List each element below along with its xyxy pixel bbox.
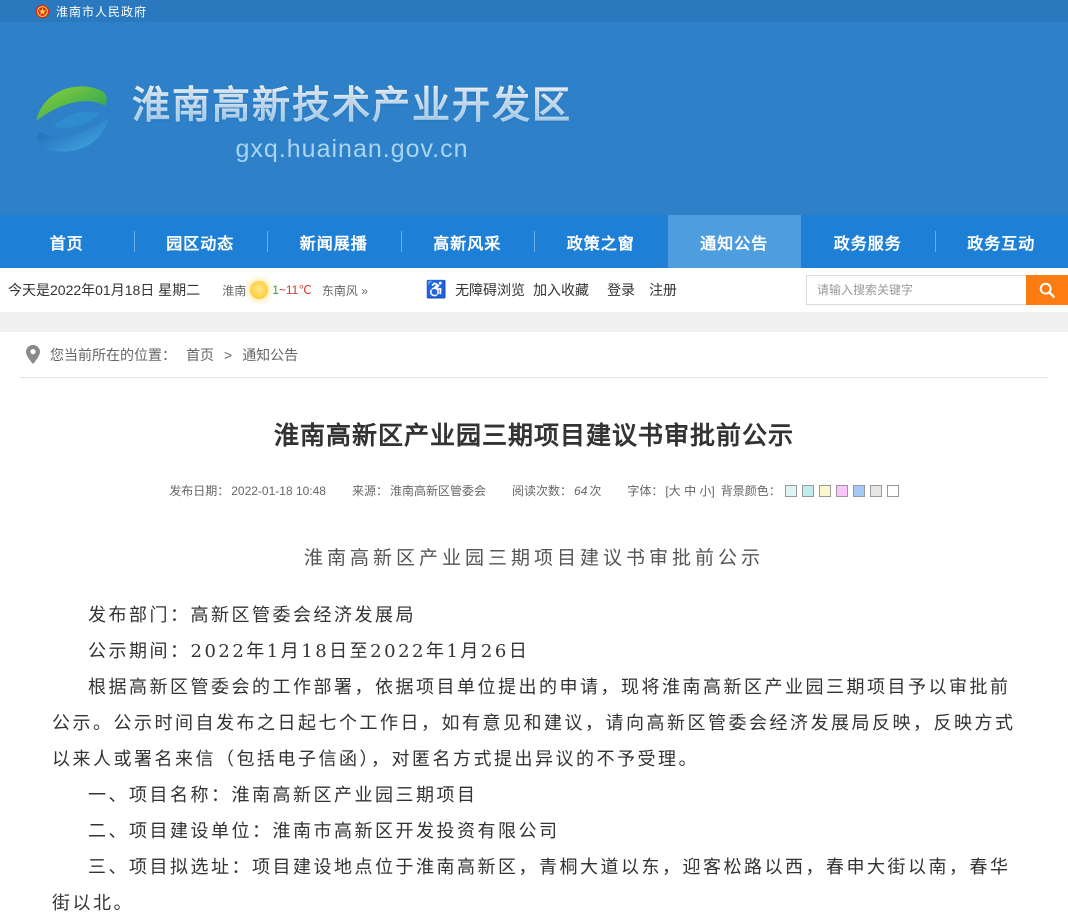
- article-paragraph: 发布部门：高新区管委会经济发展局: [52, 598, 1016, 634]
- utility-links: ♿ 无障碍浏览 加入收藏: [426, 280, 589, 300]
- site-logo-icon[interactable]: [25, 69, 120, 169]
- article-meta: 发布日期：2022-01-18 10:48 来源：淮南高新区管委会 阅读次数：6…: [52, 482, 1016, 499]
- article-paragraph: 三、项目拟选址：项目建设地点位于淮南高新区，青桐大道以东，迎客松路以西，春申大街…: [52, 850, 1016, 922]
- nav-item-8[interactable]: 政务互动: [935, 215, 1068, 268]
- bg-color-swatch[interactable]: [870, 485, 882, 497]
- current-date-text: 今天是2022年01月18日 星期二: [8, 280, 200, 300]
- weather-temp: 1~11℃: [272, 283, 312, 297]
- bg-color-swatch[interactable]: [887, 485, 899, 497]
- article-paragraph: 一、项目名称：淮南高新区产业园三期项目: [52, 778, 1016, 814]
- site-title-block: 淮南高新技术产业开发区 gxq.huainan.gov.cn: [132, 74, 572, 164]
- login-link[interactable]: 登录: [607, 280, 635, 300]
- article-paragraph: 公示期间：2022年1月18日至2022年1月26日: [52, 634, 1016, 670]
- bg-color-swatch[interactable]: [785, 485, 797, 497]
- font-size-controls: 字体：[大 中 小]: [627, 482, 714, 499]
- article-source: 来源：淮南高新区管委会: [352, 482, 486, 499]
- chevron-right-icon: »: [361, 284, 368, 298]
- article-body: 发布部门：高新区管委会经济发展局公示期间：2022年1月18日至2022年1月2…: [52, 598, 1016, 922]
- bg-color-swatch[interactable]: [819, 485, 831, 497]
- breadcrumb-current-link[interactable]: 通知公告: [242, 345, 298, 365]
- publish-date: 发布日期：2022-01-18 10:48: [169, 482, 326, 499]
- add-favorite-link[interactable]: 加入收藏: [533, 280, 589, 300]
- search-button[interactable]: [1026, 275, 1068, 305]
- weather-city: 淮南: [222, 282, 246, 299]
- nav-item-3[interactable]: 新闻展播: [267, 215, 401, 268]
- national-emblem-icon: [35, 4, 50, 19]
- article-title: 淮南高新区产业园三期项目建议书审批前公示: [52, 416, 1016, 452]
- accessibility-link[interactable]: 无障碍浏览: [455, 280, 525, 300]
- bg-color-swatches: [785, 485, 899, 497]
- bg-color-swatch[interactable]: [802, 485, 814, 497]
- divider-band: [0, 312, 1068, 332]
- site-header: 淮南高新技术产业开发区 gxq.huainan.gov.cn: [0, 22, 1068, 215]
- site-url: gxq.huainan.gov.cn: [236, 135, 469, 164]
- location-pin-icon: [26, 345, 40, 364]
- main-nav: 首页园区动态新闻展播高新风采政策之窗通知公告政务服务政务互动: [0, 215, 1068, 268]
- nav-item-6[interactable]: 通知公告: [668, 215, 802, 268]
- nav-item-4[interactable]: 高新风采: [401, 215, 535, 268]
- nav-item-7[interactable]: 政务服务: [801, 215, 935, 268]
- nav-item-1[interactable]: 首页: [0, 215, 134, 268]
- font-size-options[interactable]: [大 中 小]: [665, 482, 714, 499]
- gov-site-link[interactable]: 淮南市人民政府: [56, 3, 147, 20]
- site-title: 淮南高新技术产业开发区: [132, 74, 572, 129]
- weather-widget: 淮南 1~11℃ 东南风 »: [222, 281, 368, 299]
- article-paragraph: 根据高新区管委会的工作部署，依据项目单位提出的申请，现将淮南高新区产业园三期项目…: [52, 670, 1016, 778]
- article-paragraph: 二、项目建设单位：淮南市高新区开发投资有限公司: [52, 814, 1016, 850]
- search-input[interactable]: [806, 275, 1026, 305]
- breadcrumb-separator: >: [224, 347, 232, 363]
- bg-color-controls: 背景颜色：: [721, 482, 899, 499]
- nav-item-5[interactable]: 政策之窗: [534, 215, 668, 268]
- weather-wind: 东南风 »: [322, 282, 368, 299]
- register-link[interactable]: 注册: [649, 280, 677, 300]
- info-bar: 今天是2022年01月18日 星期二 淮南 1~11℃ 东南风 » ♿ 无障碍浏…: [0, 268, 1068, 312]
- breadcrumb-home-link[interactable]: 首页: [186, 345, 214, 365]
- breadcrumb: 您当前所在的位置： 首页 > 通知公告: [20, 332, 1048, 378]
- article-container: 淮南高新区产业园三期项目建议书审批前公示 发布日期：2022-01-18 10:…: [0, 416, 1068, 922]
- view-count: 阅读次数：64次: [512, 482, 601, 499]
- gov-topbar: 淮南市人民政府: [0, 0, 1068, 22]
- bg-color-swatch[interactable]: [853, 485, 865, 497]
- search-bar: [806, 275, 1068, 305]
- article-subtitle: 淮南高新区产业园三期项目建议书审批前公示: [52, 543, 1016, 570]
- accessibility-icon: ♿: [426, 280, 447, 300]
- auth-links: 登录 注册: [607, 280, 677, 300]
- nav-item-2[interactable]: 园区动态: [134, 215, 268, 268]
- breadcrumb-prefix: 您当前所在的位置：: [50, 345, 176, 365]
- sun-icon: [250, 281, 268, 299]
- bg-color-swatch[interactable]: [836, 485, 848, 497]
- search-icon: [1038, 281, 1056, 299]
